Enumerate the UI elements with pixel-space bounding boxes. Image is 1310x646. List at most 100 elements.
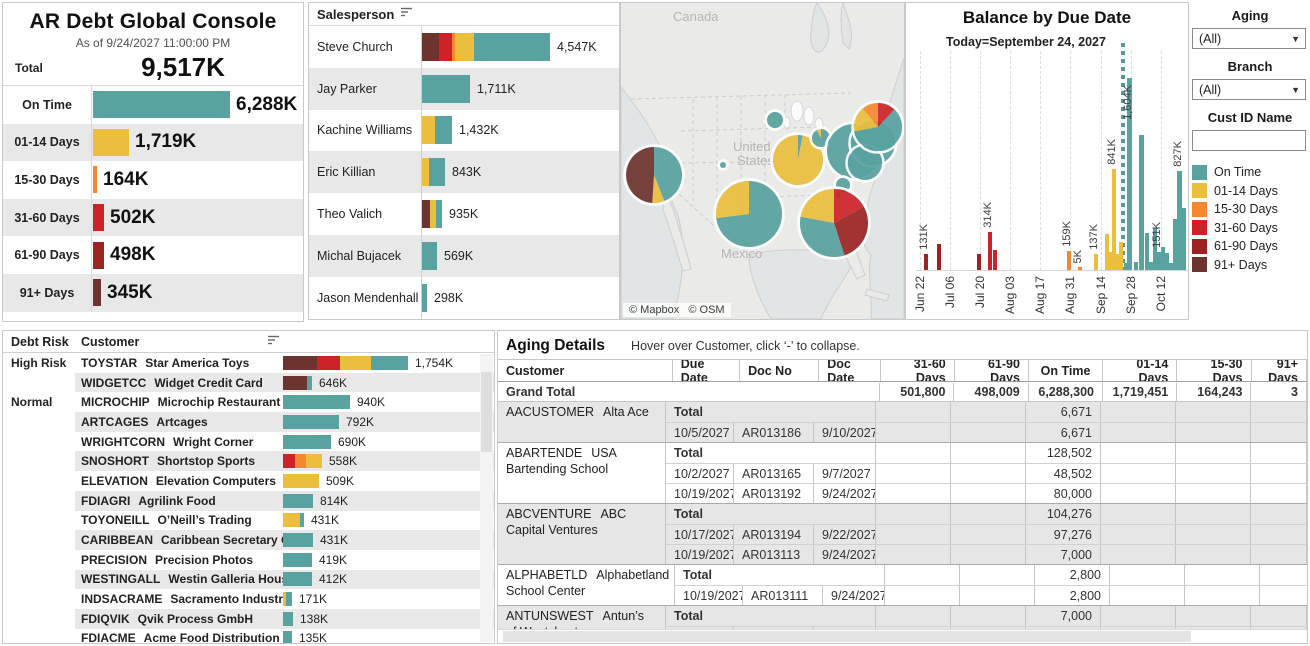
salesperson-stacked-bar[interactable] [422,116,452,144]
bar-segment[interactable] [340,356,371,370]
scrollbar-thumb[interactable] [481,372,492,452]
debt-risk-row[interactable]: WESTINGALLWestin Galleria Houston412K [3,570,494,590]
due-date-bar[interactable] [1119,242,1123,270]
due-date-bar[interactable] [1067,251,1071,270]
debt-stacked-bar[interactable] [283,592,292,606]
debt-stacked-bar[interactable] [283,474,319,488]
bar-segment[interactable] [439,33,452,61]
salesperson-stacked-bar[interactable] [422,242,437,270]
bar-segment[interactable] [283,553,312,567]
bar-segment[interactable] [422,158,429,186]
due-date-bar[interactable] [993,250,997,270]
bar-segment[interactable] [455,33,474,61]
debt-risk-row[interactable]: TOYONEILLO’Neill’s Trading431K [3,511,494,531]
bar-segment[interactable] [283,572,312,586]
sort-icon[interactable] [400,5,413,23]
debt-risk-row[interactable]: High RiskTOYSTARStar America Toys1,754K [3,353,494,373]
debt-stacked-bar[interactable] [283,415,339,429]
customer-cell[interactable]: ABARTENDEUSA Bartending School [498,443,666,503]
debt-stacked-bar[interactable] [283,376,312,390]
bar-segment[interactable] [436,200,442,228]
column-header[interactable]: Customer [498,360,673,381]
aging-bar[interactable] [93,279,101,306]
bar-segment[interactable] [422,284,427,312]
map-pie-minnesota[interactable] [766,111,785,130]
bar-segment[interactable] [283,356,317,370]
due-date-bar[interactable] [1139,135,1144,270]
sort-icon[interactable] [267,333,280,351]
customer-cell[interactable]: AACUSTOMERAlta Ace [498,402,666,442]
due-date-bar[interactable] [937,244,941,270]
bar-segment[interactable] [422,116,435,144]
salesperson-stacked-bar[interactable] [422,75,470,103]
due-date-bar[interactable] [977,254,981,270]
pie-slice[interactable] [848,146,882,180]
bar-segment[interactable] [317,356,340,370]
bar-segment[interactable] [306,454,322,468]
bar-segment[interactable] [283,494,313,508]
bar-segment[interactable] [422,242,437,270]
legend-item[interactable]: 15-30 Days [1192,200,1308,219]
bar-segment[interactable] [422,75,470,103]
due-date-bar[interactable] [1094,254,1098,270]
customer-block[interactable]: AACUSTOMERAlta AceTotal6,67110/5/2027AR0… [498,402,1307,443]
bar-segment[interactable] [474,33,550,61]
pie-slice[interactable] [720,162,726,168]
mapbox-attribution[interactable]: © Mapbox [629,304,679,316]
aging-bar[interactable] [93,204,104,231]
legend-item[interactable]: 31-60 Days [1192,219,1308,238]
debt-stacked-bar[interactable] [283,356,408,370]
debt-risk-row[interactable]: CARIBBEANCaribbean Secretary Online431K [3,530,494,550]
pie-slice[interactable] [767,112,783,128]
aging-filter-dropdown[interactable]: (All) ▼ [1192,28,1306,49]
debt-risk-scrollbar[interactable] [480,354,493,642]
legend-item[interactable]: 91+ Days [1192,256,1308,275]
bar-segment[interactable] [283,395,350,409]
debt-stacked-bar[interactable] [283,533,313,547]
debt-stacked-bar[interactable] [283,454,322,468]
aging-details-hscrollbar[interactable] [498,629,1307,643]
bar-segment[interactable] [435,116,452,144]
osm-attribution[interactable]: © OSM [688,304,724,316]
debt-stacked-bar[interactable] [283,513,304,527]
debt-stacked-bar[interactable] [283,572,312,586]
map-pie-california[interactable] [625,146,684,205]
due-date-bar[interactable] [988,232,992,270]
debt-risk-row[interactable]: FDIAGRIAgrilink Food814K [3,491,494,511]
debt-risk-row[interactable]: SNOSHORTShortstop Sports558K [3,451,494,471]
customer-block[interactable]: ALPHABETLDAlphabetland School CenterTota… [498,565,1307,606]
bar-segment[interactable] [422,33,439,61]
bar-segment[interactable] [283,415,339,429]
debt-stacked-bar[interactable] [283,631,292,644]
scrollbar-thumb[interactable] [503,631,1191,642]
bar-segment[interactable] [283,454,295,468]
salesperson-stacked-bar[interactable] [422,284,427,312]
cust-id-input[interactable] [1192,130,1306,151]
bar-segment[interactable] [283,435,331,449]
legend-item[interactable]: 61-90 Days [1192,237,1308,256]
map-canvas[interactable]: Canada United States Mexico [621,3,904,319]
debt-risk-row[interactable]: NormalMICROCHIPMicrochip Restaurant940K [3,392,494,412]
bar-segment[interactable] [283,631,292,644]
debt-stacked-bar[interactable] [283,435,331,449]
bar-segment[interactable] [283,513,300,527]
aging-bar[interactable] [93,91,230,118]
salesperson-stacked-bar[interactable] [422,200,442,228]
map-pie-northeast-4[interactable] [853,102,904,153]
aging-bar[interactable] [93,166,97,193]
bar-segment[interactable] [422,200,430,228]
salesperson-stacked-bar[interactable] [422,158,445,186]
bar-segment[interactable] [283,533,313,547]
map-pie-texas[interactable] [715,180,784,249]
bar-segment[interactable] [295,454,306,468]
debt-risk-row[interactable]: FDIACMEAcme Food Distribution135K [3,629,494,644]
debt-risk-row[interactable]: INDSACRAMESacramento Industrial S..171K [3,589,494,609]
debt-risk-row[interactable]: ARTCAGESArtcages792K [3,412,494,432]
legend-item[interactable]: 01-14 Days [1192,182,1308,201]
chevron-down-icon[interactable]: ▼ [1291,85,1300,95]
debt-stacked-bar[interactable] [283,395,350,409]
debt-risk-row[interactable]: WIDGETCCWidget Credit Card646K [3,373,494,393]
debt-risk-row[interactable]: WRIGHTCORNWright Corner690K [3,432,494,452]
bar-segment[interactable] [429,158,445,186]
customer-block[interactable]: ABARTENDEUSA Bartending SchoolTotal128,5… [498,443,1307,504]
